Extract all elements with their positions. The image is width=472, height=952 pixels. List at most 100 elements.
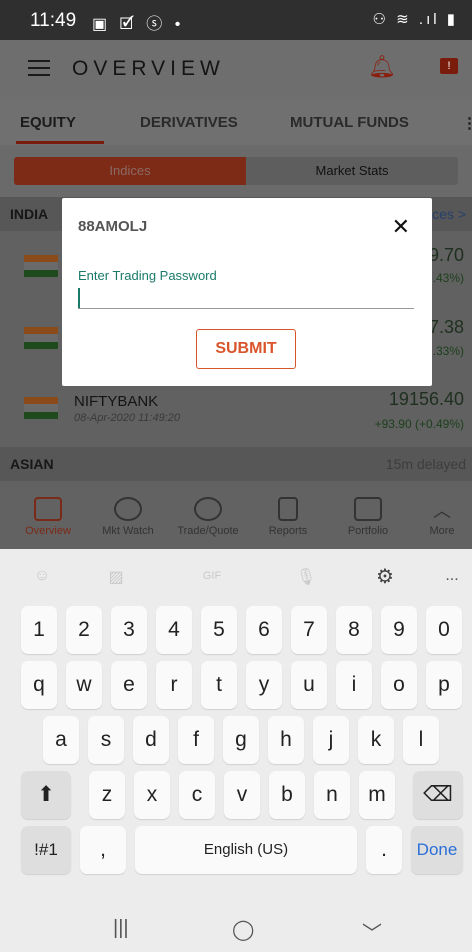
gif-icon[interactable]: GIF xyxy=(192,570,232,582)
key-5[interactable]: 5 xyxy=(201,606,237,654)
key-t[interactable]: t xyxy=(201,661,237,709)
tab-equity[interactable]: EQUITY xyxy=(20,114,76,131)
soft-keyboard: ☺ ▨ GIF 🎙 ⚙ ... 1 2 3 4 5 6 7 8 9 0 q w … xyxy=(0,549,472,909)
space-key[interactable]: English (US) xyxy=(135,826,357,874)
trade-icon xyxy=(194,497,222,521)
key-7[interactable]: 7 xyxy=(291,606,327,654)
shift-key-icon[interactable]: ⬆ xyxy=(21,771,71,819)
tab-bar: EQUITY DERIVATIVES MUTUAL FUNDS ⋮ xyxy=(0,97,472,145)
index-change: +93.90 (+0.49%) xyxy=(374,417,464,431)
submit-button[interactable]: SUBMIT xyxy=(196,329,296,369)
emoji-icon[interactable]: ☺ xyxy=(22,567,62,585)
home-icon xyxy=(34,497,62,521)
active-tab-indicator xyxy=(16,141,104,144)
key-0[interactable]: 0 xyxy=(426,606,462,654)
key-l[interactable]: l xyxy=(403,716,439,764)
index-date: 08-Apr-2020 11:49:20 xyxy=(74,412,181,424)
key-s[interactable]: s xyxy=(88,716,124,764)
index-name-niftybank[interactable]: NIFTYBANK xyxy=(74,393,158,410)
trading-password-input[interactable] xyxy=(78,286,414,309)
key-9[interactable]: 9 xyxy=(381,606,417,654)
key-n[interactable]: n xyxy=(314,771,350,819)
key-g[interactable]: g xyxy=(223,716,259,764)
key-k[interactable]: k xyxy=(358,716,394,764)
key-v[interactable]: v xyxy=(224,771,260,819)
text-cursor xyxy=(78,288,80,308)
alert-icon[interactable]: ! xyxy=(440,58,458,74)
key-a[interactable]: a xyxy=(43,716,79,764)
system-status-icons: ⚇ ≋ .ıl ▮ xyxy=(372,11,458,28)
trading-password-dialog: 88AMOLJ ✕ Enter Trading Password SUBMIT xyxy=(62,198,432,386)
nav-trade-quote[interactable]: Trade/Quote xyxy=(168,489,248,537)
key-x[interactable]: x xyxy=(134,771,170,819)
more-indices-link[interactable]: ices > xyxy=(429,206,466,222)
done-key[interactable]: Done xyxy=(411,826,463,874)
close-icon[interactable]: ✕ xyxy=(392,214,410,240)
microphone-icon[interactable]: 🎙 xyxy=(286,567,326,587)
index-price: 7.38 xyxy=(428,317,464,337)
key-d[interactable]: d xyxy=(133,716,169,764)
key-z[interactable]: z xyxy=(89,771,125,819)
index-change: .43%) xyxy=(432,271,464,285)
key-m[interactable]: m xyxy=(359,771,395,819)
tab-overflow-icon[interactable]: ⋮ xyxy=(462,114,472,132)
key-y[interactable]: y xyxy=(246,661,282,709)
backspace-key-icon[interactable]: ⌫ xyxy=(413,771,463,819)
key-c[interactable]: c xyxy=(179,771,215,819)
bell-icon[interactable]: 🔔︎ xyxy=(368,54,396,80)
hamburger-menu-icon[interactable] xyxy=(28,60,50,81)
key-u[interactable]: u xyxy=(291,661,327,709)
section-label: ASIAN xyxy=(10,456,54,472)
recents-icon[interactable]: ||| xyxy=(113,917,129,940)
section-label: INDIA xyxy=(10,206,49,222)
more-options-icon[interactable]: ... xyxy=(432,567,472,585)
tab-mutual-funds[interactable]: MUTUAL FUNDS xyxy=(290,114,409,131)
key-e[interactable]: e xyxy=(111,661,147,709)
key-p[interactable]: p xyxy=(426,661,462,709)
sticker-icon[interactable]: ▨ xyxy=(96,567,136,587)
notification-icons: ▣ 🗹 ⓢ • xyxy=(92,16,185,33)
key-period[interactable]: . xyxy=(366,826,402,874)
nav-mkt-watch[interactable]: Mkt Watch xyxy=(88,489,168,537)
page-title: OVERVIEW xyxy=(72,57,225,80)
key-3[interactable]: 3 xyxy=(111,606,147,654)
nav-more[interactable]: ︿ More xyxy=(402,489,472,537)
key-6[interactable]: 6 xyxy=(246,606,282,654)
index-price: 19156.40 xyxy=(388,389,464,409)
key-q[interactable]: q xyxy=(21,661,57,709)
key-b[interactable]: b xyxy=(269,771,305,819)
chevron-up-icon: ︿ xyxy=(433,501,451,521)
key-comma[interactable]: , xyxy=(80,826,126,874)
key-r[interactable]: r xyxy=(156,661,192,709)
india-flag-icon xyxy=(24,327,58,349)
index-price: 9.70 xyxy=(428,245,464,265)
segment-market-stats[interactable]: Market Stats xyxy=(246,157,458,185)
nav-label: Portfolio xyxy=(347,525,389,537)
symbols-key[interactable]: !#1 xyxy=(21,826,71,874)
back-icon[interactable]: ﹀ xyxy=(362,917,382,946)
key-f[interactable]: f xyxy=(178,716,214,764)
key-o[interactable]: o xyxy=(381,661,417,709)
key-w[interactable]: w xyxy=(66,661,102,709)
key-h[interactable]: h xyxy=(268,716,304,764)
key-1[interactable]: 1 xyxy=(21,606,57,654)
key-i[interactable]: i xyxy=(336,661,372,709)
chart-icon xyxy=(114,497,142,521)
key-j[interactable]: j xyxy=(313,716,349,764)
segment-indices[interactable]: Indices xyxy=(14,157,246,185)
home-button-icon[interactable]: ◯ xyxy=(232,917,254,942)
section-header-asian: ASIAN 15m delayed xyxy=(0,447,472,481)
india-flag-icon xyxy=(24,397,58,419)
report-icon xyxy=(278,497,298,521)
key-4[interactable]: 4 xyxy=(156,606,192,654)
nav-label: Reports xyxy=(268,525,308,537)
nav-overview[interactable]: Overview xyxy=(8,489,88,537)
dialog-title: 88AMOLJ xyxy=(78,218,148,235)
key-8[interactable]: 8 xyxy=(336,606,372,654)
nav-reports[interactable]: Reports xyxy=(248,489,328,537)
key-2[interactable]: 2 xyxy=(66,606,102,654)
index-change: .33%) xyxy=(432,344,464,358)
nav-portfolio[interactable]: Portfolio xyxy=(328,489,408,537)
settings-gear-icon[interactable]: ⚙ xyxy=(365,564,405,589)
tab-derivatives[interactable]: DERIVATIVES xyxy=(140,114,238,131)
